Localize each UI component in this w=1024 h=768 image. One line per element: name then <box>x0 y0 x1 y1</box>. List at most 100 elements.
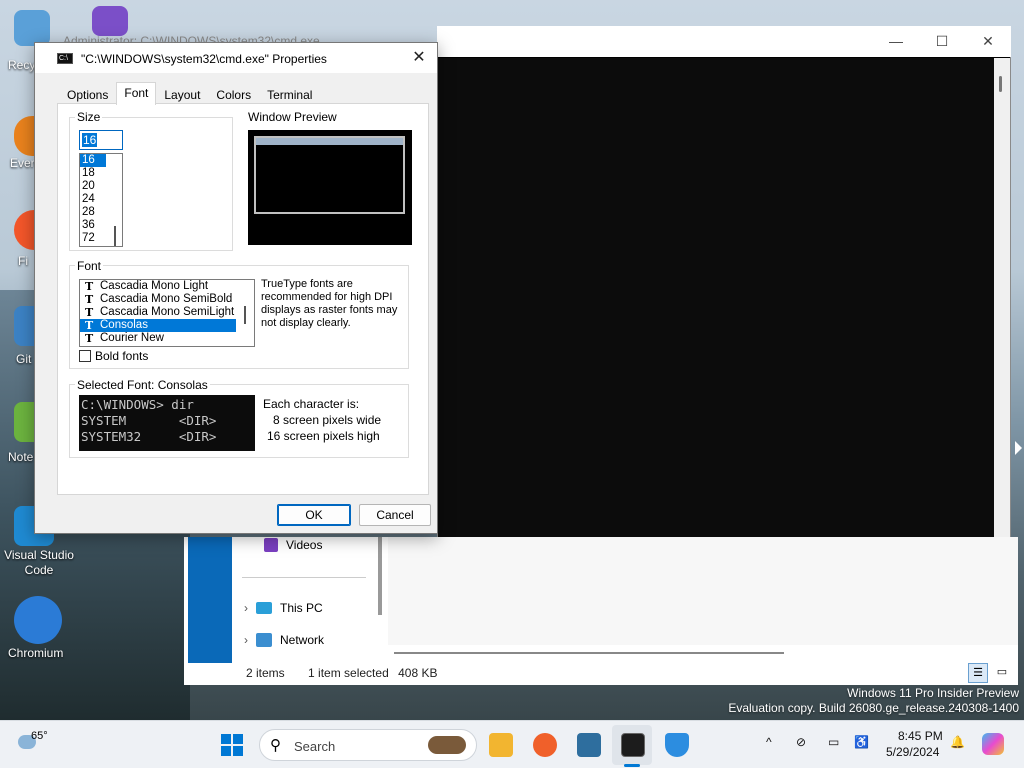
computer-icon <box>256 602 272 614</box>
scroll-thumb[interactable] <box>999 76 1002 92</box>
console-scrollbar[interactable] <box>994 58 1010 538</box>
active-indicator <box>624 764 640 767</box>
tab-colors[interactable]: Colors <box>208 84 259 105</box>
weather-temp[interactable]: 65° <box>31 730 48 742</box>
tab-layout[interactable]: Layout <box>156 84 208 105</box>
size-list-scrollbar[interactable] <box>114 226 116 246</box>
details-view-icon[interactable]: ☰ <box>968 663 988 683</box>
truetype-note: TrueType fonts are recommended for high … <box>261 278 398 329</box>
network-icon <box>256 633 272 647</box>
terminal-icon[interactable] <box>621 733 645 757</box>
status-selected: 1 item selected <box>308 666 389 680</box>
search-label: Search <box>294 739 336 754</box>
firefox-icon[interactable] <box>533 733 557 757</box>
search-box[interactable]: ⚲ Search <box>259 729 477 761</box>
tab-options[interactable]: Options <box>59 84 116 105</box>
size-listbox[interactable]: 16 18 20 24 28 36 72 <box>79 153 123 247</box>
font-option-label: Cascadia Mono Light <box>100 280 209 292</box>
font-listbox[interactable]: T Cascadia Mono Light T Cascadia Mono Semi… <box>79 279 255 347</box>
desktop-icon-label[interactable]: Chromium <box>8 646 63 661</box>
maximize-icon[interactable]: ☐ <box>919 26 965 57</box>
desktop-icon-label[interactable]: Visual Studio Code <box>4 548 74 578</box>
nav-label: Videos <box>286 538 323 552</box>
preview-titlebar <box>256 138 403 145</box>
display-icon[interactable]: ▭ <box>828 735 839 749</box>
nav-scrollbar[interactable] <box>378 537 382 615</box>
font-option-selected[interactable]: T Consolas <box>80 319 236 332</box>
font-list-scrollbar[interactable] <box>244 306 246 324</box>
char-heading: Each character is: <box>263 397 360 411</box>
accessibility-icon[interactable]: ♿ <box>854 735 869 749</box>
console-output[interactable] <box>438 58 995 538</box>
console-titlebar[interactable]: Administrator: C:\WINDOWS\system32\cmd.e… <box>63 26 1011 57</box>
file-pane[interactable] <box>388 537 1018 645</box>
close-icon[interactable]: ✕ <box>965 26 1011 57</box>
size-option[interactable]: 20 <box>80 180 122 193</box>
file-explorer-icon[interactable] <box>489 733 513 757</box>
chevron-up-icon[interactable]: ^ <box>766 735 772 749</box>
cancel-button[interactable]: Cancel <box>359 504 431 526</box>
defender-icon[interactable] <box>665 733 689 757</box>
network-icon[interactable]: ⊘ <box>796 735 806 749</box>
console-window[interactable] <box>437 26 1011 538</box>
font-option-label: Courier New <box>100 332 164 344</box>
font-sample: C:\WINDOWS> dir SYSTEM <DIR> SYSTEM32 <DIR… <box>79 395 255 451</box>
desktop-icon-label[interactable]: Git <box>16 352 31 367</box>
clock-date[interactable]: 5/29/2024 <box>886 745 939 759</box>
dialog-titlebar[interactable]: C:\ "C:\WINDOWS\system32\cmd.exe" Proper… <box>35 43 437 73</box>
tab-bar: Options Font Layout Colors Terminal <box>59 82 320 105</box>
recycle-bin-icon[interactable] <box>14 10 50 46</box>
close-icon[interactable]: ✕ <box>407 47 431 69</box>
nav-label: This PC <box>280 601 323 615</box>
sample-line: SYSTEM <DIR> <box>81 413 217 428</box>
font-option-label: Cascadia Mono SemiLight <box>100 306 235 318</box>
preview-window <box>254 136 405 214</box>
size-input[interactable]: 16 <box>79 130 123 150</box>
cursor-icon <box>1015 441 1022 455</box>
videos-icon <box>264 538 278 552</box>
properties-dialog[interactable]: C:\ "C:\WINDOWS\system32\cmd.exe" Proper… <box>34 42 438 534</box>
app-icon[interactable] <box>577 733 601 757</box>
nav-item-network[interactable]: › Network <box>244 628 324 652</box>
checkbox-box[interactable] <box>79 350 91 362</box>
chromium-icon[interactable] <box>14 596 62 644</box>
visual-studio-icon[interactable] <box>92 6 128 36</box>
clock-time[interactable]: 8:45 PM <box>898 729 943 743</box>
tab-terminal[interactable]: Terminal <box>259 84 320 105</box>
size-option[interactable]: 18 <box>80 167 122 180</box>
char-high: 16 screen pixels high <box>267 429 380 443</box>
nav-item-videos[interactable]: Videos 📌 <box>264 533 405 557</box>
ok-button[interactable]: OK <box>277 504 351 526</box>
desktop-icon-label[interactable]: Fi <box>18 254 28 269</box>
truetype-icon: T <box>85 306 94 319</box>
notification-bell-icon[interactable]: 🔔 <box>950 735 965 749</box>
horizontal-scrollbar[interactable] <box>394 652 784 654</box>
size-option[interactable]: 28 <box>80 206 122 219</box>
font-option[interactable]: T Cascadia Mono SemiLight <box>80 306 236 319</box>
start-icon[interactable] <box>221 734 243 756</box>
bold-fonts-checkbox[interactable]: Bold fonts <box>79 349 148 363</box>
tab-font[interactable]: Font <box>116 82 157 105</box>
tiles-view-icon[interactable]: ▭ <box>992 663 1012 683</box>
truetype-icon: T <box>85 332 94 345</box>
dialog-title: "C:\WINDOWS\system32\cmd.exe" Properties <box>81 52 327 66</box>
char-wide: 8 screen pixels wide <box>273 413 382 427</box>
window-preview <box>248 130 412 245</box>
font-option-label: Cascadia Mono SemiBold <box>100 293 233 305</box>
chevron-right-icon[interactable]: › <box>244 633 248 647</box>
desktop-icon-label[interactable]: Note <box>8 450 33 465</box>
font-option[interactable]: T Cascadia Mono SemiBold <box>80 293 236 306</box>
font-option[interactable]: T Courier New <box>80 332 236 345</box>
size-label: Size <box>75 110 103 124</box>
truetype-icon: T <box>85 319 94 332</box>
size-option[interactable]: 16 <box>80 154 106 167</box>
copilot-icon[interactable] <box>982 733 1004 755</box>
size-option[interactable]: 24 <box>80 193 122 206</box>
nav-item-this-pc[interactable]: › This PC <box>244 596 323 620</box>
font-option[interactable]: T Cascadia Mono Light <box>80 280 236 293</box>
sample-line: SYSTEM32 <DIR> <box>81 429 217 444</box>
chevron-right-icon[interactable]: › <box>244 601 248 615</box>
desktop-icon-label[interactable]: Ever <box>10 156 35 171</box>
truetype-icon: T <box>85 280 94 293</box>
minimize-icon[interactable]: — <box>873 26 919 57</box>
